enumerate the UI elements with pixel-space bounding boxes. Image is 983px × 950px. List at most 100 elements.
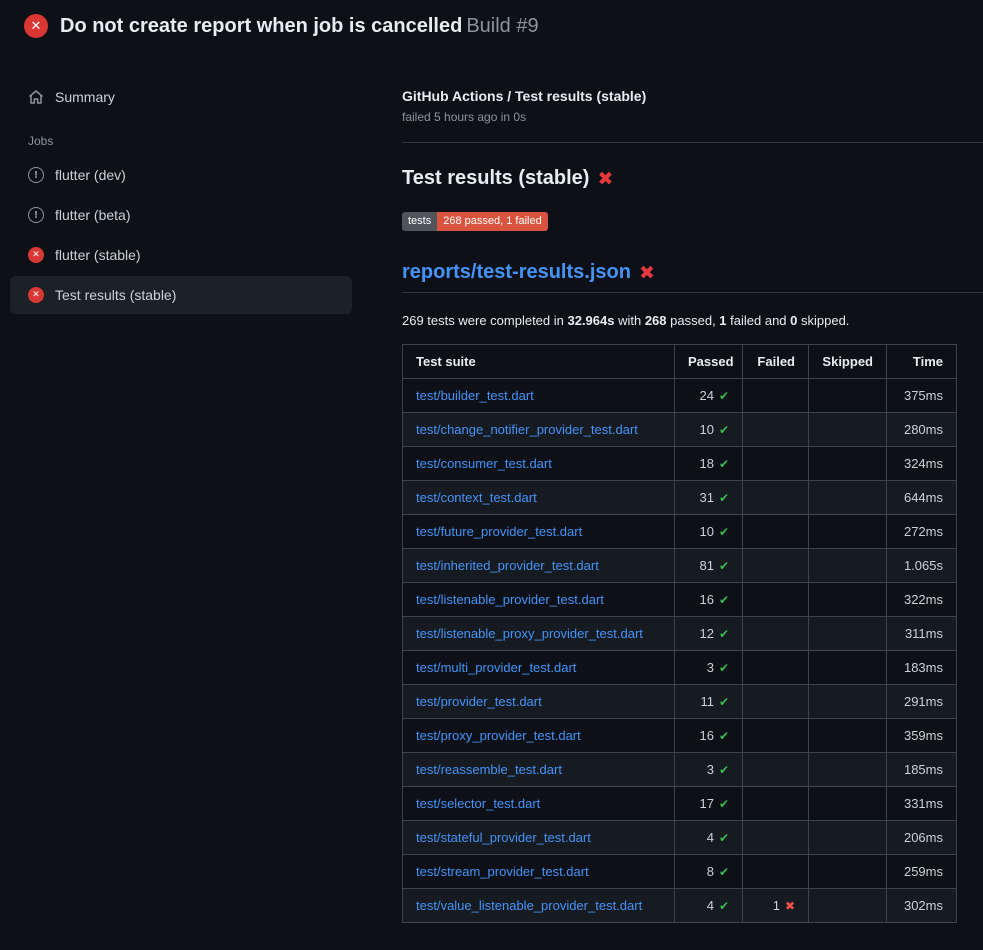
test-suite-link[interactable]: test/selector_test.dart: [416, 796, 540, 811]
test-suite-link[interactable]: test/provider_test.dart: [416, 694, 542, 709]
time-cell: 322ms: [887, 583, 957, 617]
passed-count: 10: [699, 422, 713, 437]
col-header-skipped: Skipped: [809, 345, 887, 379]
check-icon: ✔: [719, 763, 729, 777]
failed-cell: [743, 413, 809, 447]
time-cell: 302ms: [887, 889, 957, 923]
passed-count: 8: [707, 864, 714, 879]
time-cell: 311ms: [887, 617, 957, 651]
check-icon: ✔: [719, 729, 729, 743]
test-suite-link[interactable]: test/stateful_provider_test.dart: [416, 830, 591, 845]
passed-cell: 18 ✔: [675, 447, 743, 481]
failed-cell: [743, 787, 809, 821]
passed-cell: 10 ✔: [675, 413, 743, 447]
check-icon: ✔: [719, 661, 729, 675]
sidebar-job-item[interactable]: flutter (beta): [10, 196, 352, 234]
test-suite-link[interactable]: test/consumer_test.dart: [416, 456, 552, 471]
check-icon: ✔: [719, 491, 729, 505]
test-suite-link[interactable]: test/change_notifier_provider_test.dart: [416, 422, 638, 437]
section-heading: Test results (stable): [402, 167, 983, 190]
job-status-icon: [28, 287, 44, 303]
time-cell: 644ms: [887, 481, 957, 515]
tests-summary-text: 269 tests were completed in 32.964s with…: [402, 313, 983, 328]
sidebar-job-item[interactable]: flutter (dev): [10, 156, 352, 194]
failed-cell: [743, 481, 809, 515]
test-suite-link[interactable]: test/listenable_proxy_provider_test.dart: [416, 626, 643, 641]
failed-cross-icon: [639, 262, 655, 284]
table-row: test/listenable_proxy_provider_test.dart…: [403, 617, 957, 651]
jobs-list: flutter (dev) flutter (beta) flutter (st…: [0, 156, 374, 314]
failed-cross-icon: [597, 168, 613, 190]
failed-cell: [743, 379, 809, 413]
passed-count: 12: [699, 626, 713, 641]
skipped-cell: [809, 821, 887, 855]
test-suite-link[interactable]: test/multi_provider_test.dart: [416, 660, 576, 675]
passed-cell: 4✔: [675, 821, 743, 855]
test-suite-link[interactable]: test/inherited_provider_test.dart: [416, 558, 599, 573]
sidebar-job-item[interactable]: Test results (stable): [10, 276, 352, 314]
skipped-cell: [809, 719, 887, 753]
failed-cell: [743, 753, 809, 787]
check-icon: ✔: [719, 423, 729, 437]
home-icon: [28, 89, 44, 105]
test-suite-link[interactable]: test/listenable_provider_test.dart: [416, 592, 604, 607]
table-row: test/builder_test.dart 24✔ 375ms: [403, 379, 957, 413]
skipped-cell: [809, 447, 887, 481]
page-title-row: Do not create report when job is cancell…: [60, 15, 539, 38]
summary-segment: 269 tests were completed in: [402, 313, 567, 328]
report-file-link[interactable]: reports/test-results.json: [402, 261, 631, 284]
skipped-cell: [809, 515, 887, 549]
passed-count: 4: [707, 830, 714, 845]
table-row: test/listenable_provider_test.dart 16 ✔ 3…: [403, 583, 957, 617]
test-suite-link[interactable]: test/stream_provider_test.dart: [416, 864, 589, 879]
table-row: test/inherited_provider_test.dart 81✔ 1.…: [403, 549, 957, 583]
passed-count: 4: [707, 898, 714, 913]
passed-count: 10: [699, 524, 713, 539]
report-heading: reports/test-results.json: [402, 261, 983, 293]
job-label: Test results (stable): [55, 287, 176, 303]
sidebar-item-summary[interactable]: Summary: [10, 78, 352, 116]
time-cell: 331ms: [887, 787, 957, 821]
job-status-icon: [28, 167, 44, 183]
summary-segment: failed and: [727, 313, 791, 328]
badge-value: 268 passed, 1 failed: [437, 212, 547, 231]
col-header-test-suite: Test suite: [403, 345, 675, 379]
skipped-cell: [809, 481, 887, 515]
summary-segment: skipped.: [797, 313, 849, 328]
passed-cell: 4✔: [675, 889, 743, 923]
time-cell: 359ms: [887, 719, 957, 753]
skipped-cell: [809, 413, 887, 447]
skipped-cell: [809, 651, 887, 685]
table-row: test/context_test.dart 31✔ 644ms: [403, 481, 957, 515]
check-icon: ✔: [719, 593, 729, 607]
skipped-cell: [809, 787, 887, 821]
col-header-failed: Failed: [743, 345, 809, 379]
test-suite-link[interactable]: test/value_listenable_provider_test.dart: [416, 898, 642, 913]
build-number: Build #9: [466, 15, 538, 37]
test-suite-link[interactable]: test/context_test.dart: [416, 490, 537, 505]
test-suite-link[interactable]: test/builder_test.dart: [416, 388, 534, 403]
table-row: test/proxy_provider_test.dart 16✔ 359ms: [403, 719, 957, 753]
passed-count: 18: [699, 456, 713, 471]
check-icon: ✔: [719, 899, 729, 913]
check-icon: ✔: [719, 831, 729, 845]
section-title: Test results (stable): [402, 167, 589, 190]
table-row: test/stateful_provider_test.dart 4✔ 206m…: [403, 821, 957, 855]
passed-cell: 17✔: [675, 787, 743, 821]
job-label: flutter (beta): [55, 207, 130, 223]
skipped-cell: [809, 753, 887, 787]
passed-count: 16: [699, 592, 713, 607]
job-label: flutter (stable): [55, 247, 141, 263]
table-row: test/change_notifier_provider_test.dart …: [403, 413, 957, 447]
check-icon: ✔: [719, 457, 729, 471]
job-label: flutter (dev): [55, 167, 126, 183]
test-suite-link[interactable]: test/reassemble_test.dart: [416, 762, 562, 777]
test-suite-link[interactable]: test/future_provider_test.dart: [416, 524, 582, 539]
jobs-section-label: Jobs: [28, 134, 374, 148]
sidebar-job-item[interactable]: flutter (stable): [10, 236, 352, 274]
build-header: Do not create report when job is cancell…: [0, 0, 983, 52]
passed-cell: 3✔: [675, 651, 743, 685]
time-cell: 272ms: [887, 515, 957, 549]
passed-count: 11: [700, 694, 714, 709]
test-suite-link[interactable]: test/proxy_provider_test.dart: [416, 728, 581, 743]
